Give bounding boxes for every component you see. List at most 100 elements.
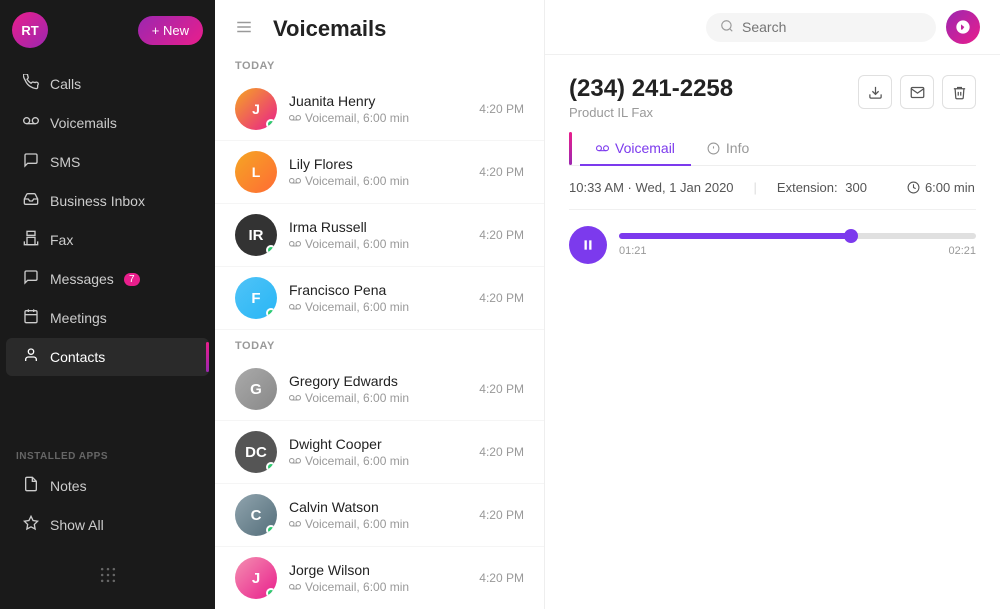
online-indicator (266, 462, 276, 472)
notes-icon (22, 476, 40, 496)
delete-button[interactable] (942, 75, 976, 109)
top-bar (545, 0, 1000, 55)
messages-badge: 7 (124, 273, 140, 286)
online-indicator (266, 245, 276, 255)
sidebar-item-business-inbox-label: Business Inbox (50, 193, 145, 209)
sidebar-item-contacts-label: Contacts (50, 349, 105, 365)
meta-sep-1: | (754, 180, 757, 195)
sidebar-item-fax[interactable]: Fax (6, 221, 209, 259)
contact-item-calvin[interactable]: C Calvin Watson Voicemail, 6:00 min 4:20… (215, 484, 544, 547)
avatar-jorge: J (235, 557, 277, 599)
extension-value: 300 (845, 180, 867, 195)
grid-button[interactable] (0, 557, 215, 593)
contact-info-calvin: Calvin Watson Voicemail, 6:00 min (289, 499, 467, 531)
sidebar-item-meetings-label: Meetings (50, 310, 107, 326)
sidebar-item-notes[interactable]: Notes (6, 467, 209, 505)
detail-actions (858, 75, 976, 109)
avatar-gregory: G (235, 368, 277, 410)
contact-item-dwight[interactable]: DC Dwight Cooper Voicemail, 6:00 min 4:2… (215, 421, 544, 484)
sidebar-item-voicemails[interactable]: Voicemails (6, 104, 209, 142)
avatar-dwight: DC (235, 431, 277, 473)
sidebar-item-contacts[interactable]: Contacts (6, 338, 209, 376)
current-time: 01:21 (619, 245, 647, 257)
tab-info[interactable]: Info (691, 132, 765, 166)
show-all-icon (22, 515, 40, 535)
detail-phone: (234) 241-2258 (569, 75, 733, 103)
contact-time: 4:20 PM (479, 508, 524, 522)
sidebar: RT + New Calls Voicemails SMS Business (0, 0, 215, 609)
new-button[interactable]: + New (138, 16, 203, 45)
contact-name: Jorge Wilson (289, 562, 467, 578)
online-indicator (266, 588, 276, 598)
sidebar-item-calls-label: Calls (50, 76, 81, 92)
avatar-juanita: J (235, 88, 277, 130)
sidebar-bottom (0, 545, 215, 609)
contact-name: Irma Russell (289, 219, 467, 235)
sidebar-item-notes-label: Notes (50, 478, 87, 494)
sidebar-item-messages[interactable]: Messages 7 (6, 260, 209, 298)
contact-sub: Voicemail, 6:00 min (289, 111, 467, 125)
player-controls: 01:21 02:21 (569, 226, 976, 264)
search-box[interactable] (706, 13, 936, 42)
nav-items: Calls Voicemails SMS Business Inbox Fax (0, 56, 215, 443)
contact-item-lily[interactable]: L Lily Flores Voicemail, 6:00 min 4:20 P… (215, 141, 544, 204)
contact-item-juanita[interactable]: J Juanita Henry Voicemail, 6:00 min 4:20… (215, 78, 544, 141)
online-indicator (266, 119, 276, 129)
reply-button[interactable] (900, 75, 934, 109)
sidebar-item-business-inbox[interactable]: Business Inbox (6, 182, 209, 220)
contact-info-dwight: Dwight Cooper Voicemail, 6:00 min (289, 436, 467, 468)
avatar-francisco: F (235, 277, 277, 319)
time-labels: 01:21 02:21 (619, 245, 976, 257)
voicemail-nav-icon (22, 113, 40, 133)
installed-apps-section: INSTALLED APPS Notes Show All (0, 443, 215, 545)
contact-sub: Voicemail, 6:00 min (289, 391, 467, 405)
detail-area: (234) 241-2258 Product IL Fax (545, 0, 1000, 609)
sidebar-item-meetings[interactable]: Meetings (6, 299, 209, 337)
progress-fill (619, 233, 851, 239)
contact-sub: Voicemail, 6:00 min (289, 300, 467, 314)
total-time: 02:21 (948, 245, 976, 257)
contact-sub: Voicemail, 6:00 min (289, 580, 467, 594)
detail-tabs-bar: Voicemail Info (569, 132, 976, 166)
tab-voicemail[interactable]: Voicemail (580, 132, 691, 166)
tab-accent-bar (569, 132, 572, 165)
sidebar-item-voicemails-label: Voicemails (50, 115, 117, 131)
player-section: 01:21 02:21 (545, 210, 1000, 280)
hamburger-icon[interactable] (235, 18, 253, 41)
inbox-icon (22, 191, 40, 211)
top-bar-right (706, 10, 980, 44)
online-indicator (266, 525, 276, 535)
contact-item-francisco[interactable]: F Francisco Pena Voicemail, 6:00 min 4:2… (215, 267, 544, 330)
contact-info-francisco: Francisco Pena Voicemail, 6:00 min (289, 282, 467, 314)
contacts-icon (22, 347, 40, 367)
progress-bar[interactable] (619, 233, 976, 239)
detail-duration: 6:00 min (907, 180, 975, 195)
contact-item-jorge[interactable]: J Jorge Wilson Voicemail, 6:00 min 4:20 … (215, 547, 544, 609)
avatar-irma: IR (235, 214, 277, 256)
meetings-icon (22, 308, 40, 328)
contact-info-lily: Lily Flores Voicemail, 6:00 min (289, 156, 467, 188)
contact-time: 4:20 PM (479, 571, 524, 585)
contact-time: 4:20 PM (479, 228, 524, 242)
contact-item-gregory[interactable]: G Gregory Edwards Voicemail, 6:00 min 4:… (215, 358, 544, 421)
pause-button[interactable] (569, 226, 607, 264)
sidebar-item-sms-label: SMS (50, 154, 80, 170)
contact-name: Calvin Watson (289, 499, 467, 515)
progress-wrapper[interactable]: 01:21 02:21 (619, 233, 976, 257)
sidebar-item-show-all[interactable]: Show All (6, 506, 209, 544)
contact-info-gregory: Gregory Edwards Voicemail, 6:00 min (289, 373, 467, 405)
search-input[interactable] (742, 19, 922, 35)
detail-right-section: (234) 241-2258 Product IL Fax (545, 55, 1000, 609)
detail-meta: 10:33 AM · Wed, 1 Jan 2020 | Extension: … (569, 166, 976, 210)
contact-sub: Voicemail, 6:00 min (289, 174, 467, 188)
section-today-1: TODAY (215, 50, 544, 78)
user-avatar: RT (12, 12, 48, 48)
download-button[interactable] (858, 75, 892, 109)
sidebar-item-calls[interactable]: Calls (6, 65, 209, 103)
section-today-2: TODAY (215, 330, 544, 358)
contact-info-jorge: Jorge Wilson Voicemail, 6:00 min (289, 562, 467, 594)
sidebar-item-show-all-label: Show All (50, 517, 104, 533)
sidebar-item-sms[interactable]: SMS (6, 143, 209, 181)
rocket-button[interactable] (946, 10, 980, 44)
contact-item-irma[interactable]: IR Irma Russell Voicemail, 6:00 min 4:20… (215, 204, 544, 267)
